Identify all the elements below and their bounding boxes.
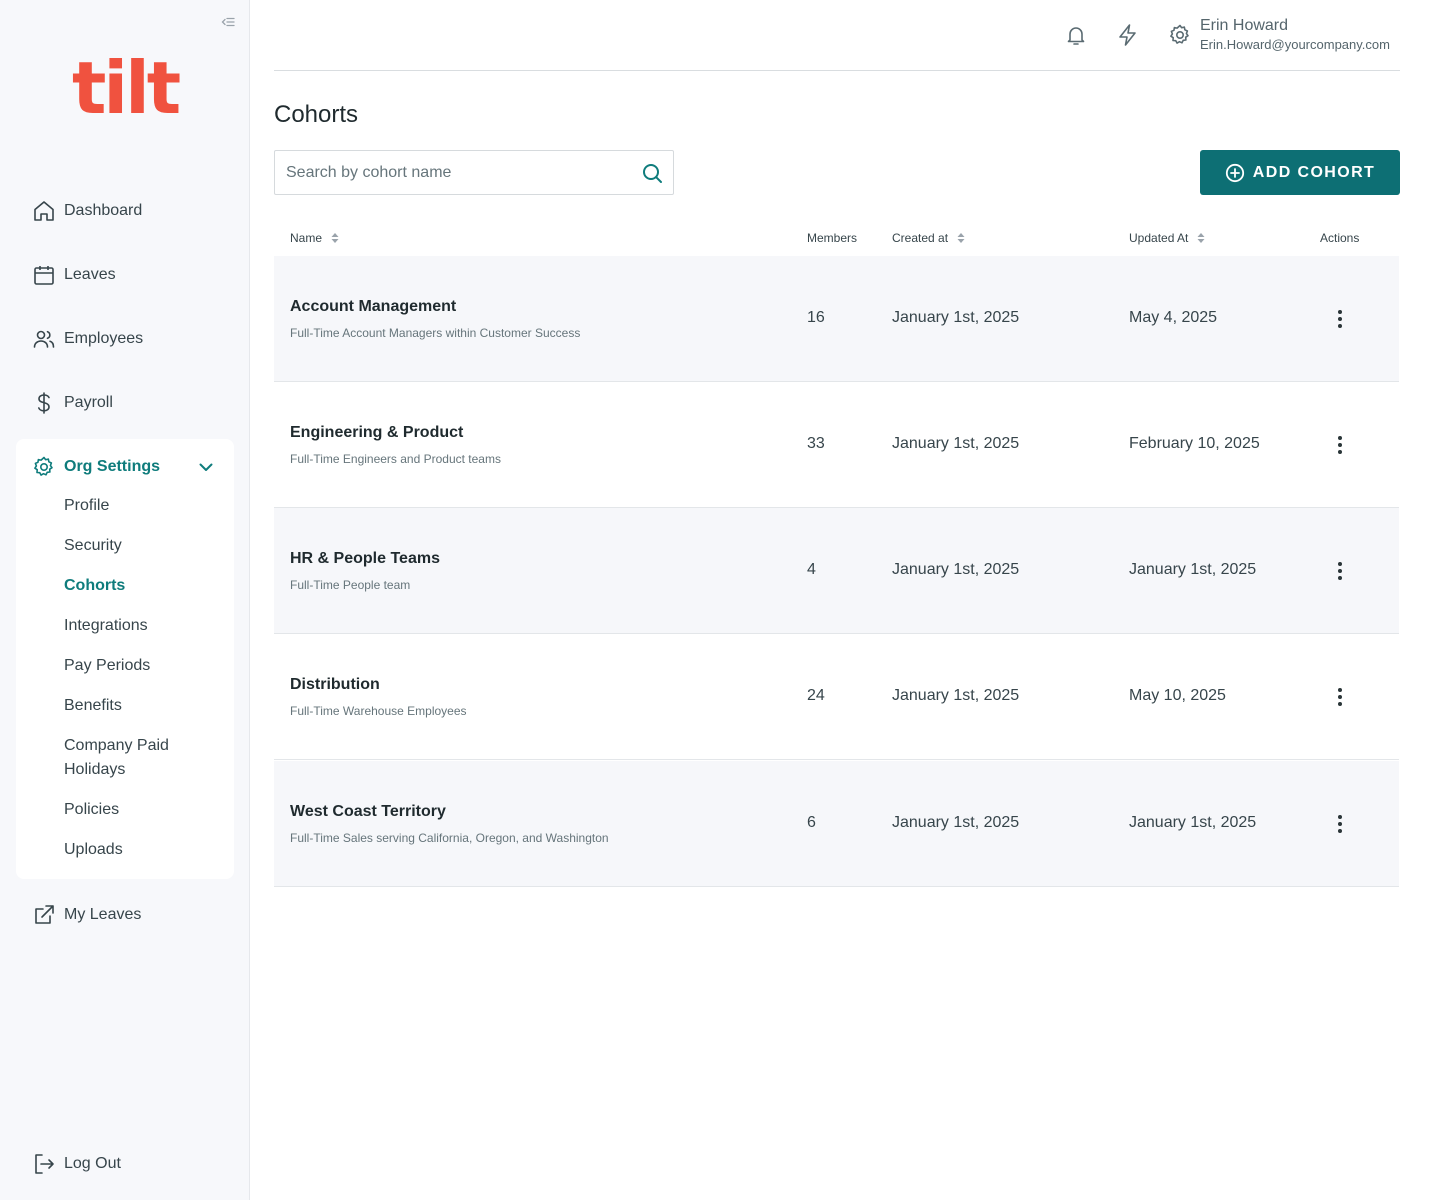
cohort-created-at: January 1st, 2025 [892, 687, 1020, 704]
sidebar-item-log-out[interactable]: Log Out [32, 1150, 121, 1178]
sidebar-item-my-leaves[interactable]: My Leaves [32, 901, 141, 929]
cohort-description: Full-Time Engineers and Product teams [290, 452, 501, 466]
sidebar-item-label: Leaves [64, 266, 116, 283]
search-box [274, 150, 674, 195]
more-actions-icon[interactable] [1330, 559, 1350, 583]
sidebar-subitem-security[interactable]: Security [64, 534, 214, 558]
cohort-members: 24 [807, 687, 825, 704]
search-icon[interactable] [641, 162, 663, 184]
cohort-created-at: January 1st, 2025 [892, 814, 1020, 831]
more-actions-icon[interactable] [1330, 433, 1350, 457]
sidebar-item-employees[interactable]: Employees [32, 325, 143, 353]
table-row[interactable]: West Coast Territory Full-Time Sales ser… [274, 761, 1399, 887]
sidebar-item-payroll[interactable]: Payroll [32, 389, 113, 417]
column-header-label: Updated At [1129, 231, 1189, 245]
sidebar-subitem-benefits[interactable]: Benefits [64, 694, 214, 718]
sidebar-subitem-policies[interactable]: Policies [64, 798, 214, 822]
add-cohort-label: ADD COHORT [1252, 163, 1376, 181]
plus-circle-icon [1225, 163, 1245, 183]
cohort-name[interactable]: Engineering & Product [290, 424, 463, 442]
sidebar: tilt Dashboard Leaves Employees Payroll … [0, 0, 250, 1200]
column-header-label: Name [290, 231, 323, 245]
home-icon [32, 199, 56, 223]
bell-icon[interactable] [1064, 23, 1088, 47]
sidebar-item-label: Dashboard [64, 202, 143, 219]
column-header-label: Actions [1320, 231, 1360, 245]
sidebar-item-leaves[interactable]: Leaves [32, 261, 116, 289]
more-actions-icon[interactable] [1330, 812, 1350, 836]
sidebar-subitem-pay-periods[interactable]: Pay Periods [64, 654, 214, 678]
logout-icon [32, 1152, 56, 1176]
sidebar-item-label: Employees [64, 330, 144, 347]
sidebar-item-label: Log Out [64, 1155, 121, 1172]
table-row[interactable]: HR & People Teams Full-Time People team … [274, 508, 1399, 634]
cohort-updated-at: January 1st, 2025 [1129, 561, 1257, 578]
header-divider [274, 70, 1400, 71]
user-name[interactable]: Erin Howard [1200, 17, 1288, 35]
external-link-icon [32, 903, 56, 927]
column-header-label: Members [807, 231, 858, 245]
sidebar-item-org-settings[interactable]: Org Settings [32, 453, 160, 481]
column-header-created-at[interactable]: Created at [892, 231, 966, 245]
cohort-name[interactable]: West Coast Territory [290, 803, 446, 821]
sidebar-subitem-cohorts[interactable]: Cohorts [64, 574, 214, 598]
chevron-down-icon[interactable] [197, 458, 215, 476]
users-icon [32, 327, 56, 351]
gear-icon[interactable] [1168, 23, 1192, 47]
calendar-icon [32, 263, 56, 287]
sidebar-subitem-uploads[interactable]: Uploads [64, 838, 214, 862]
sidebar-item-label: My Leaves [64, 906, 142, 923]
sort-icon [956, 232, 966, 244]
sort-icon [330, 232, 340, 244]
cohort-name[interactable]: Distribution [290, 676, 380, 694]
column-header-name[interactable]: Name [290, 231, 340, 245]
sidebar-subitem-integrations[interactable]: Integrations [64, 614, 214, 638]
cohort-members: 4 [807, 561, 816, 578]
cohort-updated-at: February 10, 2025 [1129, 435, 1260, 452]
cohort-description: Full-Time People team [290, 578, 411, 592]
sidebar-item-label: Payroll [64, 394, 113, 411]
sidebar-item-label: Org Settings [64, 458, 161, 475]
table-row[interactable]: Distribution Full-Time Warehouse Employe… [274, 634, 1399, 760]
cohort-name[interactable]: HR & People Teams [290, 550, 440, 568]
cohort-updated-at: January 1st, 2025 [1129, 814, 1257, 831]
add-cohort-button[interactable]: ADD COHORT [1200, 150, 1400, 195]
gear-icon [32, 455, 56, 479]
sidebar-subitem-company-paid-holidays[interactable]: Company Paid Holidays [64, 734, 184, 782]
table-row[interactable]: Account Management Full-Time Account Man… [274, 256, 1399, 382]
tilt-logo[interactable]: tilt [72, 52, 181, 124]
table-row[interactable]: Engineering & Product Full-Time Engineer… [274, 382, 1399, 508]
more-actions-icon[interactable] [1330, 307, 1350, 331]
column-header-actions: Actions [1320, 231, 1359, 245]
cohort-created-at: January 1st, 2025 [892, 309, 1020, 326]
cohort-description: Full-Time Sales serving California, Oreg… [290, 831, 609, 845]
cohort-created-at: January 1st, 2025 [892, 561, 1020, 578]
collapse-sidebar-icon[interactable] [220, 14, 236, 30]
lightning-icon[interactable] [1116, 23, 1140, 47]
page-title: Cohorts [274, 101, 359, 128]
cohort-members: 6 [807, 814, 816, 831]
cohort-name[interactable]: Account Management [290, 298, 456, 316]
cohort-members: 33 [807, 435, 825, 452]
column-header-updated-at[interactable]: Updated At [1129, 231, 1206, 245]
user-email: Erin.Howard@yourcompany.com [1200, 37, 1390, 52]
search-input[interactable] [286, 151, 626, 194]
cohort-updated-at: May 10, 2025 [1129, 687, 1226, 704]
sidebar-item-dashboard[interactable]: Dashboard [32, 197, 142, 225]
sidebar-subitem-profile[interactable]: Profile [64, 494, 214, 518]
cohort-members: 16 [807, 309, 825, 326]
dollar-icon [32, 391, 56, 415]
cohort-description: Full-Time Warehouse Employees [290, 704, 467, 718]
column-header-label: Created at [892, 231, 949, 245]
cohort-updated-at: May 4, 2025 [1129, 309, 1218, 326]
column-header-members: Members [807, 231, 857, 245]
cohort-created-at: January 1st, 2025 [892, 435, 1020, 452]
more-actions-icon[interactable] [1330, 685, 1350, 709]
sort-icon [1196, 232, 1206, 244]
cohort-description: Full-Time Account Managers within Custom… [290, 326, 581, 340]
